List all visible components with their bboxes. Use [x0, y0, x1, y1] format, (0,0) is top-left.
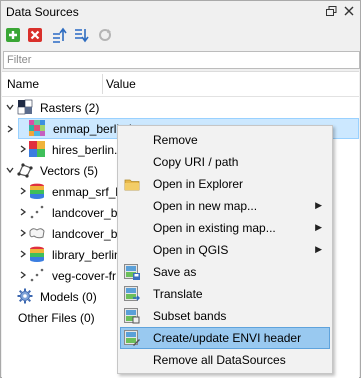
chevron-right-icon[interactable] — [18, 186, 28, 196]
raster-image-icon — [29, 141, 45, 157]
tree-item-label: library_berlin — [52, 248, 121, 262]
chevron-down-icon[interactable] — [5, 165, 15, 175]
filter-field[interactable] — [3, 51, 360, 69]
menu-item-create-envi-header[interactable]: Create/update ENVI header — [120, 327, 330, 349]
column-header-name[interactable]: Name — [7, 77, 39, 91]
column-header-value[interactable]: Value — [106, 77, 136, 91]
tree-item-label: Other Files (0) — [18, 311, 95, 325]
point-layer-icon — [29, 204, 45, 220]
raster-header-icon — [124, 330, 140, 346]
tree-item-label: landcover_be — [52, 206, 125, 220]
chevron-right-icon[interactable] — [18, 249, 28, 259]
remove-datasource-icon[interactable] — [27, 27, 43, 43]
chevron-right-icon[interactable] — [18, 228, 28, 238]
raster-image-icon — [29, 120, 45, 136]
refresh-icon[interactable] — [97, 27, 113, 43]
context-menu: Remove Copy URI / path Open in Explorer … — [117, 125, 333, 374]
tree-item-label: Rasters (2) — [40, 101, 100, 115]
chevron-right-icon[interactable] — [18, 207, 28, 217]
expand-all-icon[interactable] — [73, 27, 89, 43]
restore-window-icon[interactable] — [324, 4, 338, 18]
folder-icon — [124, 176, 140, 192]
point-layer-icon — [29, 267, 45, 283]
tree-item-label: enmap_srf_li — [52, 185, 121, 199]
menu-item-copy-uri[interactable]: Copy URI / path — [120, 151, 330, 173]
chevron-right-icon[interactable] — [18, 270, 28, 280]
tree-item-label: landcover_be — [52, 227, 125, 241]
menu-item-save-as[interactable]: Save as — [120, 261, 330, 283]
vector-group-icon — [17, 162, 33, 178]
raster-translate-icon — [124, 286, 141, 302]
tree-item-label: veg-cover-fr — [52, 269, 117, 283]
data-sources-panel: Data Sources Name Value — [0, 0, 361, 378]
spectral-library-icon — [29, 183, 45, 199]
panel-titlebar: Data Sources — [1, 1, 360, 23]
filter-input[interactable] — [4, 52, 350, 68]
menu-item-open-in-new-map[interactable]: Open in new map... ▶ — [120, 195, 330, 217]
polygon-layer-icon — [29, 225, 45, 241]
submenu-arrow-icon: ▶ — [315, 222, 322, 232]
close-icon[interactable] — [342, 4, 356, 18]
tree-header: Name Value — [2, 72, 359, 97]
chevron-down-icon[interactable] — [5, 102, 15, 112]
models-gear-icon — [17, 288, 33, 304]
add-datasource-icon[interactable] — [5, 27, 21, 43]
column-divider[interactable] — [102, 74, 103, 94]
menu-item-open-in-explorer[interactable]: Open in Explorer — [120, 173, 330, 195]
menu-item-subset-bands[interactable]: Subset bands — [120, 305, 330, 327]
spectral-library-icon — [29, 246, 45, 262]
tree-item-label: Vectors (5) — [40, 164, 99, 178]
chevron-right-icon[interactable] — [18, 144, 28, 154]
submenu-arrow-icon: ▶ — [315, 244, 322, 254]
menu-item-remove-all-datasources[interactable]: Remove all DataSources — [120, 349, 330, 371]
tree-group-rasters[interactable]: Rasters (2) — [2, 97, 359, 118]
raster-group-icon — [17, 99, 33, 115]
collapse-all-icon[interactable] — [51, 27, 67, 43]
chevron-right-icon[interactable] — [5, 124, 15, 134]
submenu-arrow-icon: ▶ — [315, 200, 322, 210]
tree-item-label: Models (0) — [40, 290, 97, 304]
toolbar — [1, 25, 360, 47]
menu-item-open-in-qgis[interactable]: Open in QGIS ▶ — [120, 239, 330, 261]
menu-item-open-in-existing-map[interactable]: Open in existing map... ▶ — [120, 217, 330, 239]
raster-save-icon — [124, 264, 140, 280]
menu-item-remove[interactable]: Remove — [120, 129, 330, 151]
raster-subset-icon — [124, 308, 140, 324]
panel-title: Data Sources — [6, 5, 79, 19]
menu-item-translate[interactable]: Translate — [120, 283, 330, 305]
